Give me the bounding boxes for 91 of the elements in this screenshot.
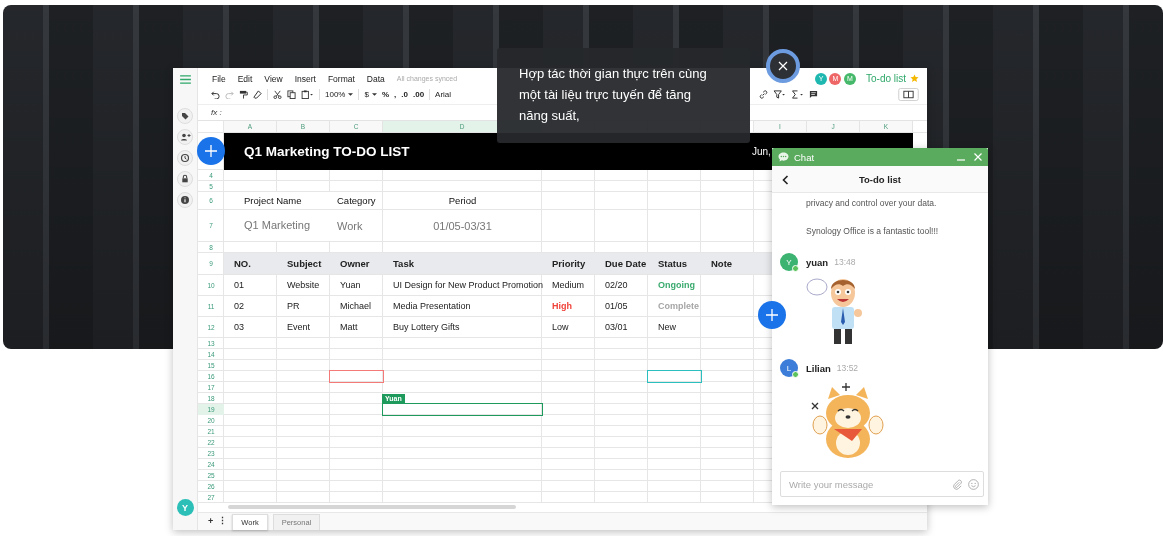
- menu-item[interactable]: Insert: [294, 73, 316, 84]
- sheet-title: Q1 Marketing TO-DO LIST: [243, 143, 411, 159]
- info-icon[interactable]: [177, 192, 193, 208]
- user-avatar: L: [780, 359, 798, 377]
- table-cell: Michael: [340, 301, 371, 312]
- table-cell: Ongoing: [658, 280, 695, 291]
- table-cell: Work: [337, 219, 363, 232]
- back-icon[interactable]: [782, 175, 789, 186]
- table-cell: 02/20: [605, 280, 628, 291]
- formula-label: fx :: [211, 107, 222, 117]
- table-cell: Website: [287, 280, 320, 291]
- scrollbar[interactable]: [228, 504, 516, 509]
- table-cell: Buy Lottery Gifts: [393, 322, 460, 333]
- conversation-title: To-do list: [858, 173, 901, 185]
- table-cell: 01/05: [605, 301, 628, 312]
- copy-icon[interactable]: [287, 90, 296, 100]
- percent-format-button[interactable]: %: [381, 90, 390, 100]
- menu-item[interactable]: Format: [327, 73, 355, 84]
- plus-icon: [205, 145, 217, 157]
- message-time: 13:52: [836, 363, 859, 373]
- column-heading: Task: [393, 258, 414, 270]
- history-icon[interactable]: [177, 150, 193, 166]
- column-heading: Status: [658, 258, 688, 270]
- add-sheet-button[interactable]: +: [208, 516, 214, 527]
- table-cell: PR: [287, 301, 300, 312]
- filter-icon[interactable]: [773, 90, 786, 100]
- zoom-dropdown[interactable]: 100%: [325, 90, 346, 100]
- close-icon: [778, 61, 788, 71]
- cut-icon[interactable]: [273, 90, 282, 100]
- table-cell: 01: [234, 280, 244, 291]
- caret-icon: [371, 92, 377, 97]
- font-dropdown[interactable]: Arial: [435, 90, 452, 100]
- column-heading: NO.: [234, 258, 251, 270]
- chat-bubble-icon: [778, 152, 789, 163]
- sum-icon[interactable]: [791, 90, 804, 100]
- paint-format-icon[interactable]: [239, 90, 248, 100]
- user-avatar[interactable]: Y: [176, 499, 194, 516]
- sheet-menu-button[interactable]: ⋮: [218, 516, 228, 527]
- star-icon[interactable]: [910, 74, 919, 84]
- table-cell: High: [552, 301, 572, 312]
- table-cell: Yuan: [340, 280, 361, 291]
- author-name: yuan: [806, 256, 829, 268]
- document-title: To-do list: [866, 73, 906, 85]
- chat-title: Chat: [794, 151, 815, 163]
- menu-item[interactable]: Edit: [237, 73, 253, 84]
- table-cell: UI Design for New Product Promotion: [393, 280, 544, 291]
- table-cell: Medium: [552, 280, 584, 291]
- table-cell: 03: [234, 322, 244, 333]
- table-cell: Low: [552, 322, 569, 333]
- currency-format-button[interactable]: $: [364, 90, 369, 100]
- table-cell: 02: [234, 301, 244, 312]
- table-cell: Media Presentation: [393, 301, 471, 312]
- message-text: privacy and control over your data.: [806, 197, 938, 209]
- menu-item[interactable]: File: [212, 73, 226, 84]
- date-text: Jun,: [752, 145, 771, 157]
- message-input-field[interactable]: Write your message: [780, 471, 984, 497]
- link-icon[interactable]: [759, 90, 768, 100]
- message-time: 13:48: [834, 257, 856, 267]
- caret-icon: [348, 92, 354, 97]
- column-heading: Due Date: [605, 258, 647, 270]
- paperclip-icon[interactable]: [952, 478, 963, 490]
- decrease-decimal-button[interactable]: .0: [401, 90, 408, 100]
- tag-icon[interactable]: [177, 108, 193, 124]
- eraser-icon[interactable]: [253, 90, 262, 100]
- paste-icon[interactable]: [301, 90, 314, 100]
- add-person-icon[interactable]: [177, 129, 193, 145]
- menu-item[interactable]: Data: [366, 73, 385, 84]
- column-heading: Owner: [340, 258, 370, 270]
- table-cell: Event: [287, 322, 310, 333]
- table-cell: 03/01: [605, 322, 628, 333]
- author-name: Lilian: [806, 362, 831, 374]
- table-cell: New: [658, 322, 676, 333]
- increase-decimal-button[interactable]: .00: [412, 90, 425, 100]
- column-heading: Priority: [552, 258, 586, 270]
- table-cell: Category: [337, 195, 376, 207]
- undo-icon[interactable]: [211, 90, 220, 100]
- column-heading: Note: [711, 258, 733, 270]
- user-avatar: Y: [780, 253, 798, 271]
- plus-icon: [766, 309, 778, 321]
- table-cell: 01/05-03/31: [433, 219, 492, 232]
- menu-icon[interactable]: [179, 75, 191, 84]
- menu-item[interactable]: View: [264, 73, 283, 84]
- table-cell: Period: [448, 195, 477, 207]
- table-cell: Complete: [658, 301, 699, 312]
- comment-icon[interactable]: [809, 90, 818, 100]
- lock-icon[interactable]: [177, 171, 193, 187]
- table-cell: Matt: [340, 322, 358, 333]
- side-panel-button[interactable]: [898, 88, 919, 102]
- message-text: Synology Office is a fantastic tool!!!: [806, 225, 940, 237]
- column-heading: Subject: [287, 258, 322, 270]
- close-icon[interactable]: [974, 153, 982, 162]
